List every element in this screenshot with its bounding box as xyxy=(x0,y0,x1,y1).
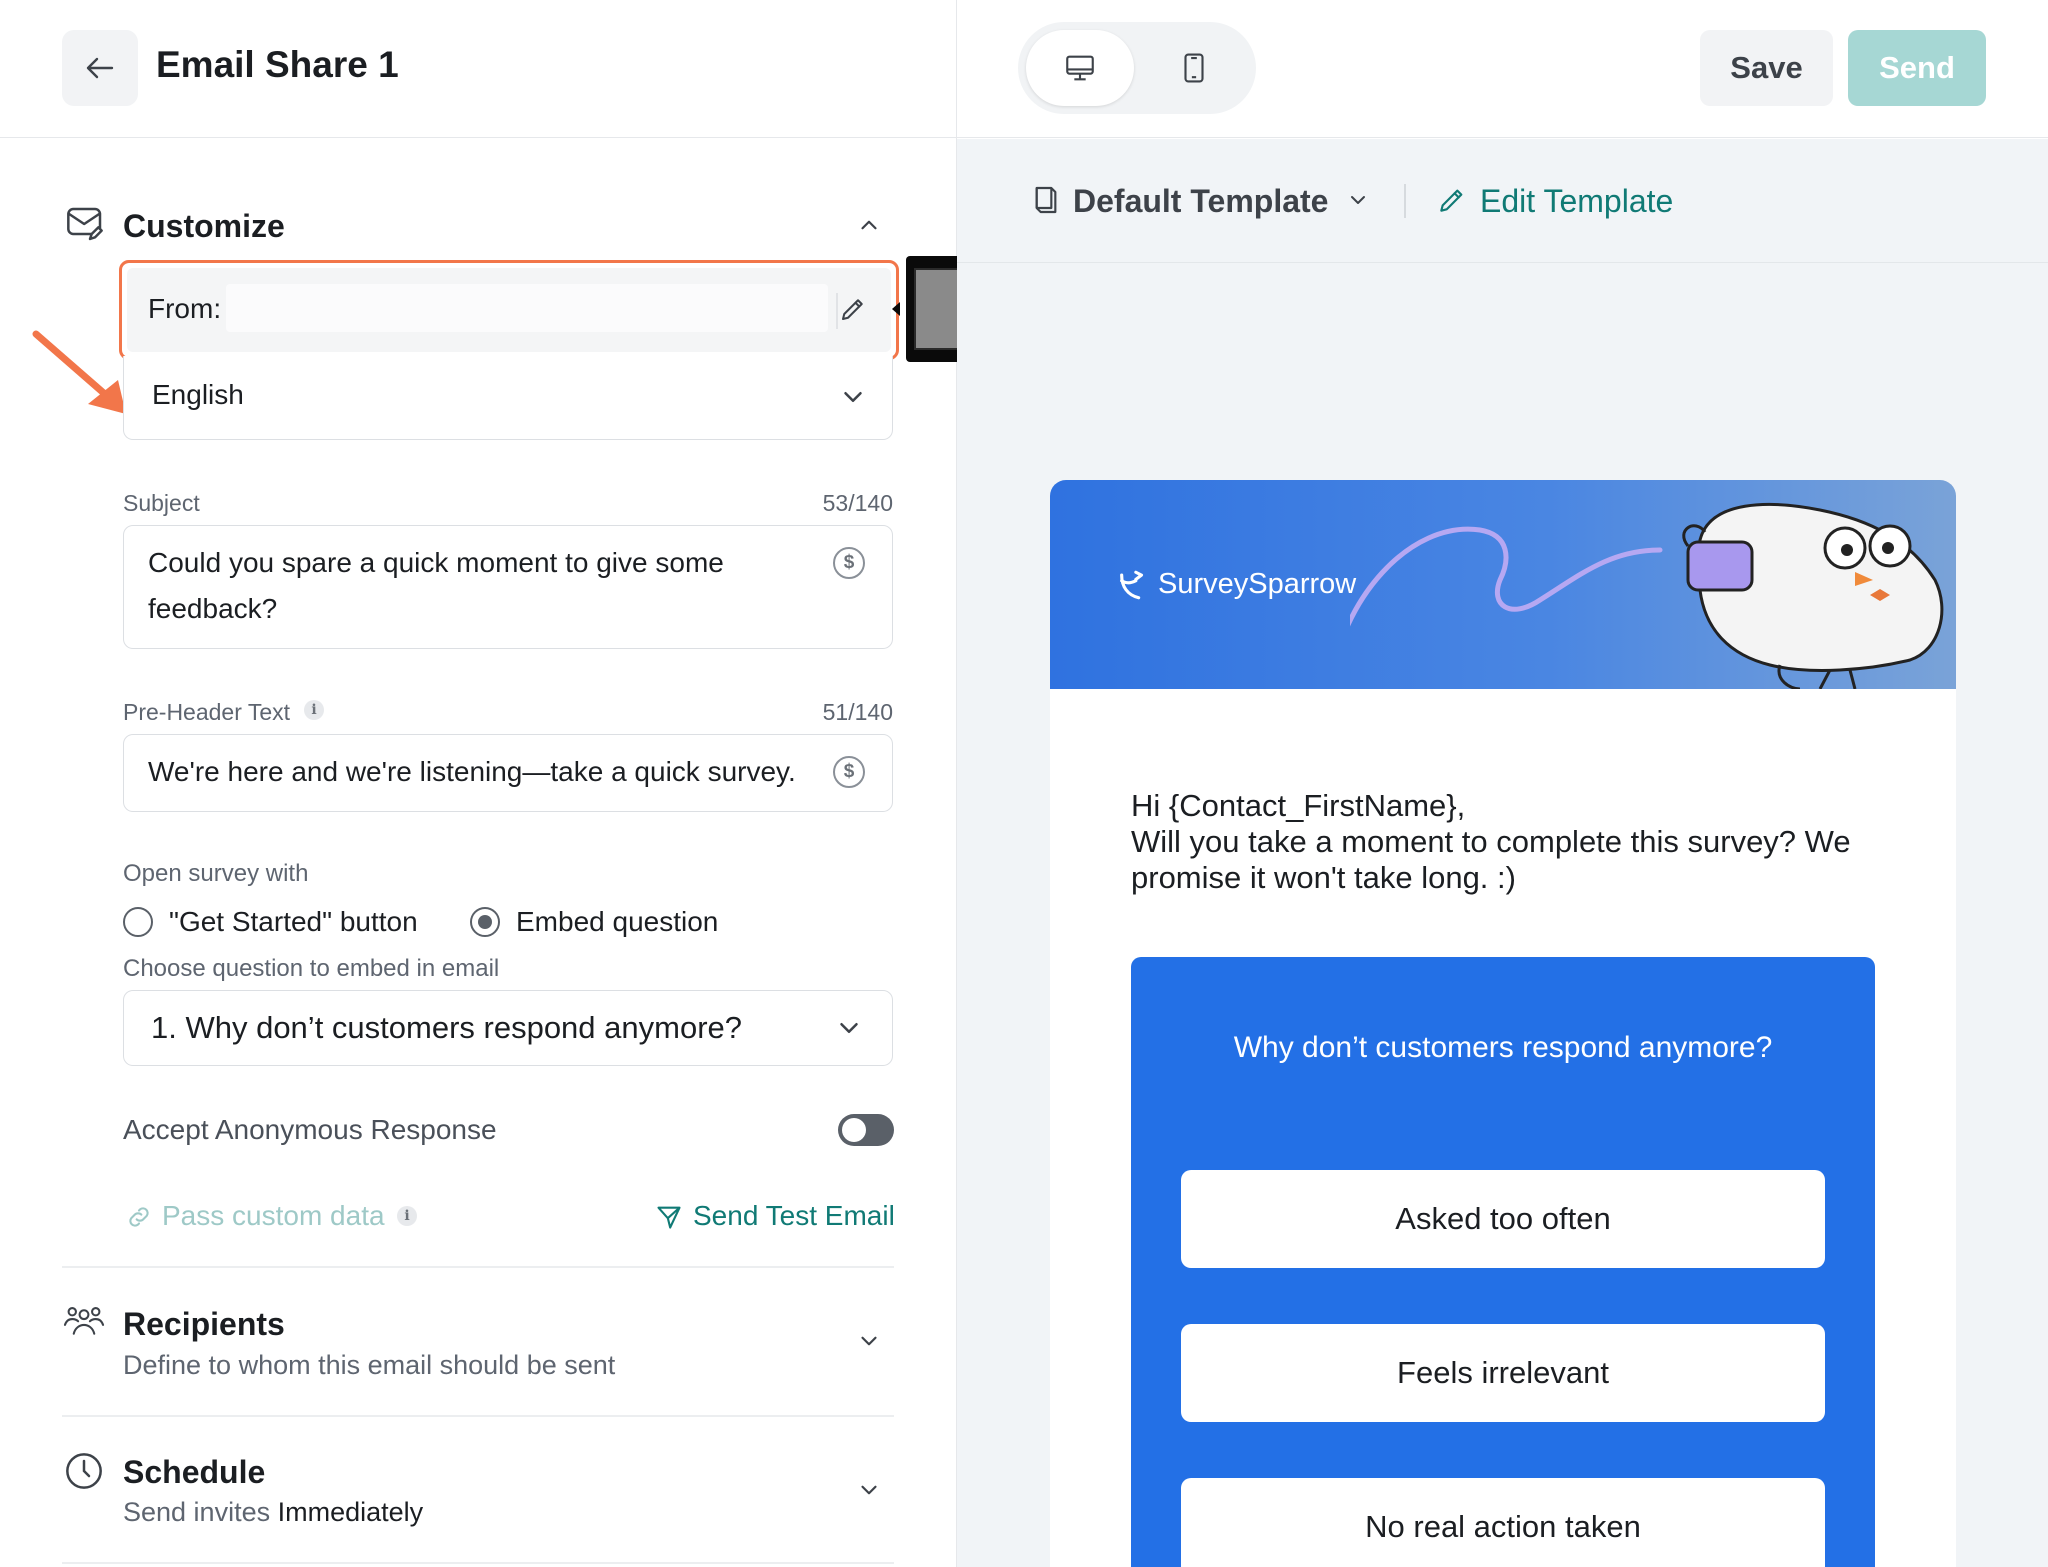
embed-question-dropdown-button[interactable] xyxy=(834,1013,864,1043)
from-label: From: xyxy=(148,293,222,324)
embed-question-label[interactable]: Embed question xyxy=(516,906,718,938)
preheader-value: We're here and we're listening—take a qu… xyxy=(148,756,796,787)
customize-collapse-button[interactable] xyxy=(856,212,882,238)
recipients-title: Recipients xyxy=(123,1306,285,1342)
template-separator xyxy=(1404,184,1406,218)
chevron-down-icon xyxy=(840,1023,858,1033)
anonymous-toggle[interactable] xyxy=(838,1114,894,1146)
sparrow-illustration-icon xyxy=(1350,502,1944,689)
anonymous-label: Accept Anonymous Response xyxy=(123,1114,497,1145)
send-test-email-link[interactable]: Send Test Email xyxy=(693,1200,895,1232)
chevron-up-icon xyxy=(861,220,877,230)
answer-option[interactable]: Feels irrelevant xyxy=(1181,1324,1825,1422)
chevron-down-icon xyxy=(861,1485,877,1495)
language-dropdown-button[interactable] xyxy=(838,382,868,412)
section-divider xyxy=(62,1266,894,1268)
subject-counter: 53/140 xyxy=(822,490,893,516)
answer-option[interactable]: Asked too often xyxy=(1181,1170,1825,1268)
language-value: English xyxy=(152,379,244,410)
schedule-subtitle-prefix: Send invites xyxy=(123,1497,271,1527)
template-icon xyxy=(1030,183,1062,217)
open-survey-label: Open survey with xyxy=(123,860,309,887)
surveysparrow-logo-icon xyxy=(1116,566,1150,604)
preheader-counter: 51/140 xyxy=(822,699,893,725)
edit-template-link[interactable]: Edit Template xyxy=(1480,183,1673,220)
subject-value: Could you spare a quick moment to give s… xyxy=(148,547,724,624)
from-value-blank xyxy=(226,284,828,332)
tooltip-pointer xyxy=(892,302,900,316)
desktop-icon xyxy=(1066,55,1094,81)
people-icon xyxy=(62,1304,106,1340)
get-started-label[interactable]: "Get Started" button xyxy=(169,906,418,938)
schedule-subtitle-value: Immediately xyxy=(277,1497,424,1527)
variable-insert-icon[interactable]: $ xyxy=(833,756,865,788)
device-toggle xyxy=(1018,22,1256,114)
chevron-down-icon xyxy=(861,1336,877,1346)
top-bar-left xyxy=(0,0,956,138)
chevron-down-icon xyxy=(844,392,862,402)
get-started-radio[interactable] xyxy=(123,907,153,937)
mobile-icon xyxy=(1184,53,1204,83)
brand-name: SurveySparrow xyxy=(1158,568,1357,600)
customize-title: Customize xyxy=(123,208,285,244)
embed-question-radio[interactable] xyxy=(470,907,500,937)
email-preview: SurveySparrow Hi {Contact_FirstName}, Wi… xyxy=(1050,480,1956,1567)
recipients-subtitle: Define to whom this email should be sent xyxy=(123,1350,616,1380)
schedule-expand-button[interactable] xyxy=(856,1477,882,1503)
schedule-subtitle: Send invites Immediately xyxy=(123,1497,423,1528)
pencil-icon xyxy=(1436,184,1468,216)
subject-label: Subject xyxy=(123,490,200,516)
embedded-question-card: Why don’t customers respond anymore? Ask… xyxy=(1131,957,1875,1567)
email-banner: SurveySparrow xyxy=(1050,480,1956,689)
edit-from-button[interactable] xyxy=(838,294,868,324)
answer-option[interactable]: No real action taken xyxy=(1181,1478,1825,1567)
desktop-view-button[interactable] xyxy=(1026,30,1134,106)
save-button[interactable]: Save xyxy=(1700,30,1833,106)
page-title: Email Share 1 xyxy=(156,44,399,85)
info-icon[interactable]: i xyxy=(304,700,324,720)
schedule-title: Schedule xyxy=(123,1454,266,1490)
send-icon xyxy=(655,1203,683,1231)
choose-question-label: Choose question to embed in email xyxy=(123,955,500,982)
arrow-left-icon xyxy=(86,57,114,79)
embed-question-value: 1. Why don’t customers respond anymore? xyxy=(151,1010,742,1045)
back-button[interactable] xyxy=(62,30,138,106)
email-body: Will you take a moment to complete this … xyxy=(1131,824,1851,895)
link-icon xyxy=(125,1203,153,1231)
email-message: Hi {Contact_FirstName}, Will you take a … xyxy=(1131,788,1891,896)
template-dropdown-button[interactable] xyxy=(1346,188,1370,212)
email-greeting: Hi {Contact_FirstName}, xyxy=(1131,788,1466,823)
embedded-question-title: Why don’t customers respond anymore? xyxy=(1233,1031,1773,1064)
info-icon[interactable]: i xyxy=(397,1206,417,1226)
send-button[interactable]: Send xyxy=(1848,30,1986,106)
variable-insert-icon[interactable]: $ xyxy=(833,547,865,579)
preheader-label: Pre-Header Text xyxy=(123,699,291,725)
customize-icon xyxy=(64,204,106,244)
chevron-down-icon xyxy=(1351,196,1365,204)
pencil-icon xyxy=(842,299,863,320)
section-divider xyxy=(62,1562,894,1564)
mobile-view-button[interactable] xyxy=(1140,30,1248,106)
pass-custom-data-link[interactable]: Pass custom data xyxy=(162,1200,385,1232)
section-divider xyxy=(62,1415,894,1417)
recipients-expand-button[interactable] xyxy=(856,1328,882,1354)
template-select[interactable]: Default Template xyxy=(1073,183,1328,220)
clock-icon xyxy=(64,1451,104,1491)
